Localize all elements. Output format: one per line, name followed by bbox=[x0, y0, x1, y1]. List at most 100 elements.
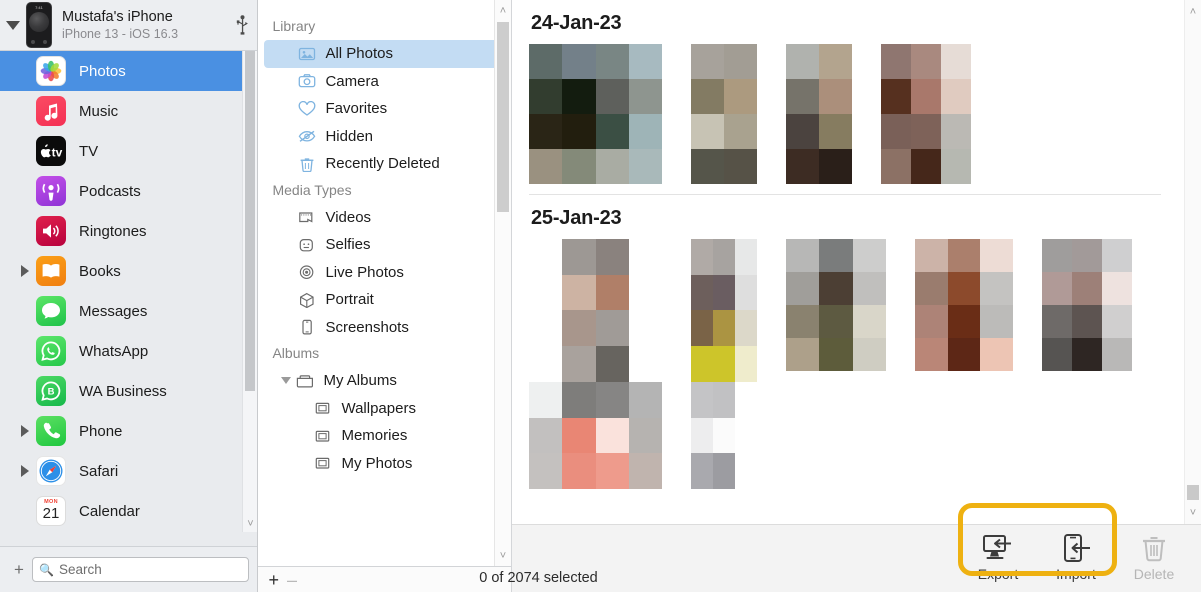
sidebar-scrollbar[interactable]: ˅ bbox=[242, 51, 258, 532]
library-item-my-albums[interactable]: My Albums bbox=[264, 367, 505, 395]
device-thumbnail-time: 7:41 bbox=[35, 5, 43, 10]
thumbnail-pixel-block bbox=[1072, 338, 1102, 371]
thumbnail-pixel-block bbox=[562, 453, 596, 489]
library-item-selfies[interactable]: Selfies bbox=[264, 231, 505, 259]
thumbnail-pixel-block bbox=[735, 239, 757, 275]
thumbnail-pixel-block bbox=[691, 239, 713, 275]
photo-scrollbar-thumb[interactable] bbox=[1187, 485, 1199, 500]
thumbnail-pixel-block bbox=[786, 272, 820, 305]
library-item-portrait[interactable]: Portrait bbox=[264, 286, 505, 314]
sidebar-item-ringtones[interactable]: Ringtones bbox=[0, 211, 257, 251]
disclosure-triangle-icon[interactable] bbox=[0, 425, 36, 437]
folder-icon bbox=[294, 372, 316, 390]
thumbnail-pixel-block bbox=[529, 346, 563, 382]
thumbnail-pixel-block bbox=[941, 44, 971, 79]
sidebar-item-tv[interactable]: tv TV bbox=[0, 131, 257, 171]
photo-thumbnail[interactable] bbox=[691, 239, 757, 489]
library-scroll-up-icon[interactable]: ˄ bbox=[495, 2, 511, 19]
thumbnail-pixel-block bbox=[595, 149, 629, 184]
sidebar-scroll-down-icon[interactable]: ˅ bbox=[243, 518, 257, 530]
sidebar-item-whatsapp[interactable]: WhatsApp bbox=[0, 331, 257, 371]
library-item-live-photos[interactable]: Live Photos bbox=[264, 259, 505, 287]
photo-browser: 24-Jan-23 25-Jan-23 ˄ ˅ Export Import Delet… bbox=[512, 0, 1201, 592]
face-icon bbox=[296, 236, 318, 254]
library-item-recently-deleted[interactable]: Recently Deleted bbox=[264, 150, 505, 178]
thumbnail-pixel-block bbox=[1072, 239, 1102, 272]
photo-thumbnail[interactable] bbox=[529, 44, 662, 184]
thumbnail-pixel-block bbox=[1042, 272, 1072, 305]
library-item-memories[interactable]: Memories bbox=[264, 422, 505, 450]
sidebar-item-calendar[interactable]: MON 21 Calendar bbox=[0, 491, 257, 531]
sidebar-item-label: TV bbox=[79, 142, 99, 160]
library-panel: Library All Photos Camera Favorites Hidden Re… bbox=[258, 0, 512, 592]
library-item-label: Memories bbox=[341, 427, 408, 445]
sidebar-item-messages[interactable]: Messages bbox=[0, 291, 257, 331]
library-item-favorites[interactable]: Favorites bbox=[264, 95, 505, 123]
photo-thumbnail[interactable] bbox=[529, 239, 662, 489]
photo-thumbnail-cell bbox=[1042, 239, 1161, 489]
thumbnail-pixel-block bbox=[1102, 239, 1132, 272]
photo-thumbnail[interactable] bbox=[1042, 239, 1132, 371]
whatsapp-app-icon bbox=[36, 336, 66, 366]
library-item-videos[interactable]: Videos bbox=[264, 204, 505, 232]
chevron-down-icon[interactable] bbox=[278, 377, 294, 385]
thumbnail-pixel-block bbox=[595, 44, 629, 79]
thumbnail-pixel-block bbox=[735, 381, 757, 418]
thumbnail-pixel-block bbox=[595, 114, 629, 149]
sidebar-item-books[interactable]: Books bbox=[0, 251, 257, 291]
sidebar-item-wa-business[interactable]: B WA Business bbox=[0, 371, 257, 411]
thumbnail-pixel-block bbox=[947, 272, 981, 305]
photo-scroll-up-icon[interactable]: ˄ bbox=[1185, 3, 1201, 20]
thumbnail-pixel-block bbox=[628, 274, 662, 311]
library-item-hidden[interactable]: Hidden bbox=[264, 123, 505, 151]
library-item-wallpapers[interactable]: Wallpapers bbox=[264, 395, 505, 423]
sidebar-item-podcasts[interactable]: Podcasts bbox=[0, 171, 257, 211]
photo-scrollbar[interactable]: ˄ ˅ bbox=[1184, 0, 1201, 524]
itunes-device-window: 7:41 Mustafa's iPhone iPhone 13 - iOS 16… bbox=[0, 0, 1201, 592]
sidebar-item-safari[interactable]: Safari bbox=[0, 451, 257, 491]
device-disclosure-triangle[interactable] bbox=[2, 20, 24, 30]
import-from-phone-icon bbox=[1059, 531, 1093, 565]
library-item-label: Videos bbox=[325, 208, 372, 226]
sidebar-item-phone[interactable]: Phone bbox=[0, 411, 257, 451]
device-header[interactable]: 7:41 Mustafa's iPhone iPhone 13 - iOS 16… bbox=[0, 0, 258, 51]
thumbnail-pixel-block bbox=[915, 272, 948, 305]
disclosure-triangle-icon[interactable] bbox=[0, 265, 36, 277]
svg-text:tv: tv bbox=[52, 145, 63, 158]
library-section-header: Library bbox=[272, 18, 316, 34]
photo-thumbnail-cell bbox=[529, 44, 691, 184]
library-scrollbar[interactable]: ˄ ˅ bbox=[494, 0, 511, 566]
thumbnail-pixel-block bbox=[691, 79, 724, 114]
thumbnail-pixel-block bbox=[786, 149, 819, 184]
safari-app-icon bbox=[36, 456, 66, 486]
disclosure-triangle-icon[interactable] bbox=[0, 465, 36, 477]
thumbnail-pixel-block bbox=[1072, 305, 1102, 338]
library-item-my-photos[interactable]: My Photos bbox=[264, 450, 505, 478]
sidebar-item-label: WhatsApp bbox=[79, 342, 149, 360]
thumbnail-pixel-block bbox=[529, 381, 563, 418]
library-item-label: Wallpapers bbox=[341, 399, 416, 417]
photo-thumbnail[interactable] bbox=[691, 44, 757, 184]
photo-thumbnail[interactable] bbox=[786, 44, 852, 184]
sidebar-scrollbar-thumb[interactable] bbox=[245, 51, 256, 391]
thumbnail-pixel-block bbox=[562, 381, 596, 418]
photo-stack-icon bbox=[296, 45, 318, 63]
photo-date-group: 25-Jan-23 bbox=[529, 194, 1161, 489]
library-scroll-down-icon[interactable]: ˅ bbox=[495, 547, 511, 564]
thumbnail-pixel-block bbox=[735, 274, 757, 311]
library-item-screenshots[interactable]: Screenshots bbox=[264, 314, 505, 342]
thumbnail-pixel-block bbox=[713, 310, 735, 347]
library-scrollbar-thumb[interactable] bbox=[497, 22, 509, 212]
photo-thumbnail[interactable] bbox=[786, 239, 886, 371]
thumbnail-pixel-block bbox=[691, 453, 713, 489]
photo-thumbnail[interactable] bbox=[915, 239, 1013, 371]
sidebar-item-music[interactable]: Music bbox=[0, 91, 257, 131]
photo-scroll-down-icon[interactable]: ˅ bbox=[1185, 504, 1201, 521]
thumbnail-pixel-block bbox=[529, 44, 563, 79]
trash-icon bbox=[296, 155, 318, 173]
sidebar-item-photos[interactable]: Photos bbox=[0, 51, 258, 91]
library-item-camera[interactable]: Camera bbox=[264, 68, 505, 96]
photo-thumbnail[interactable] bbox=[881, 44, 971, 184]
library-item-all-photos[interactable]: All Photos bbox=[264, 40, 505, 68]
thumbnail-pixel-block bbox=[1102, 338, 1132, 371]
